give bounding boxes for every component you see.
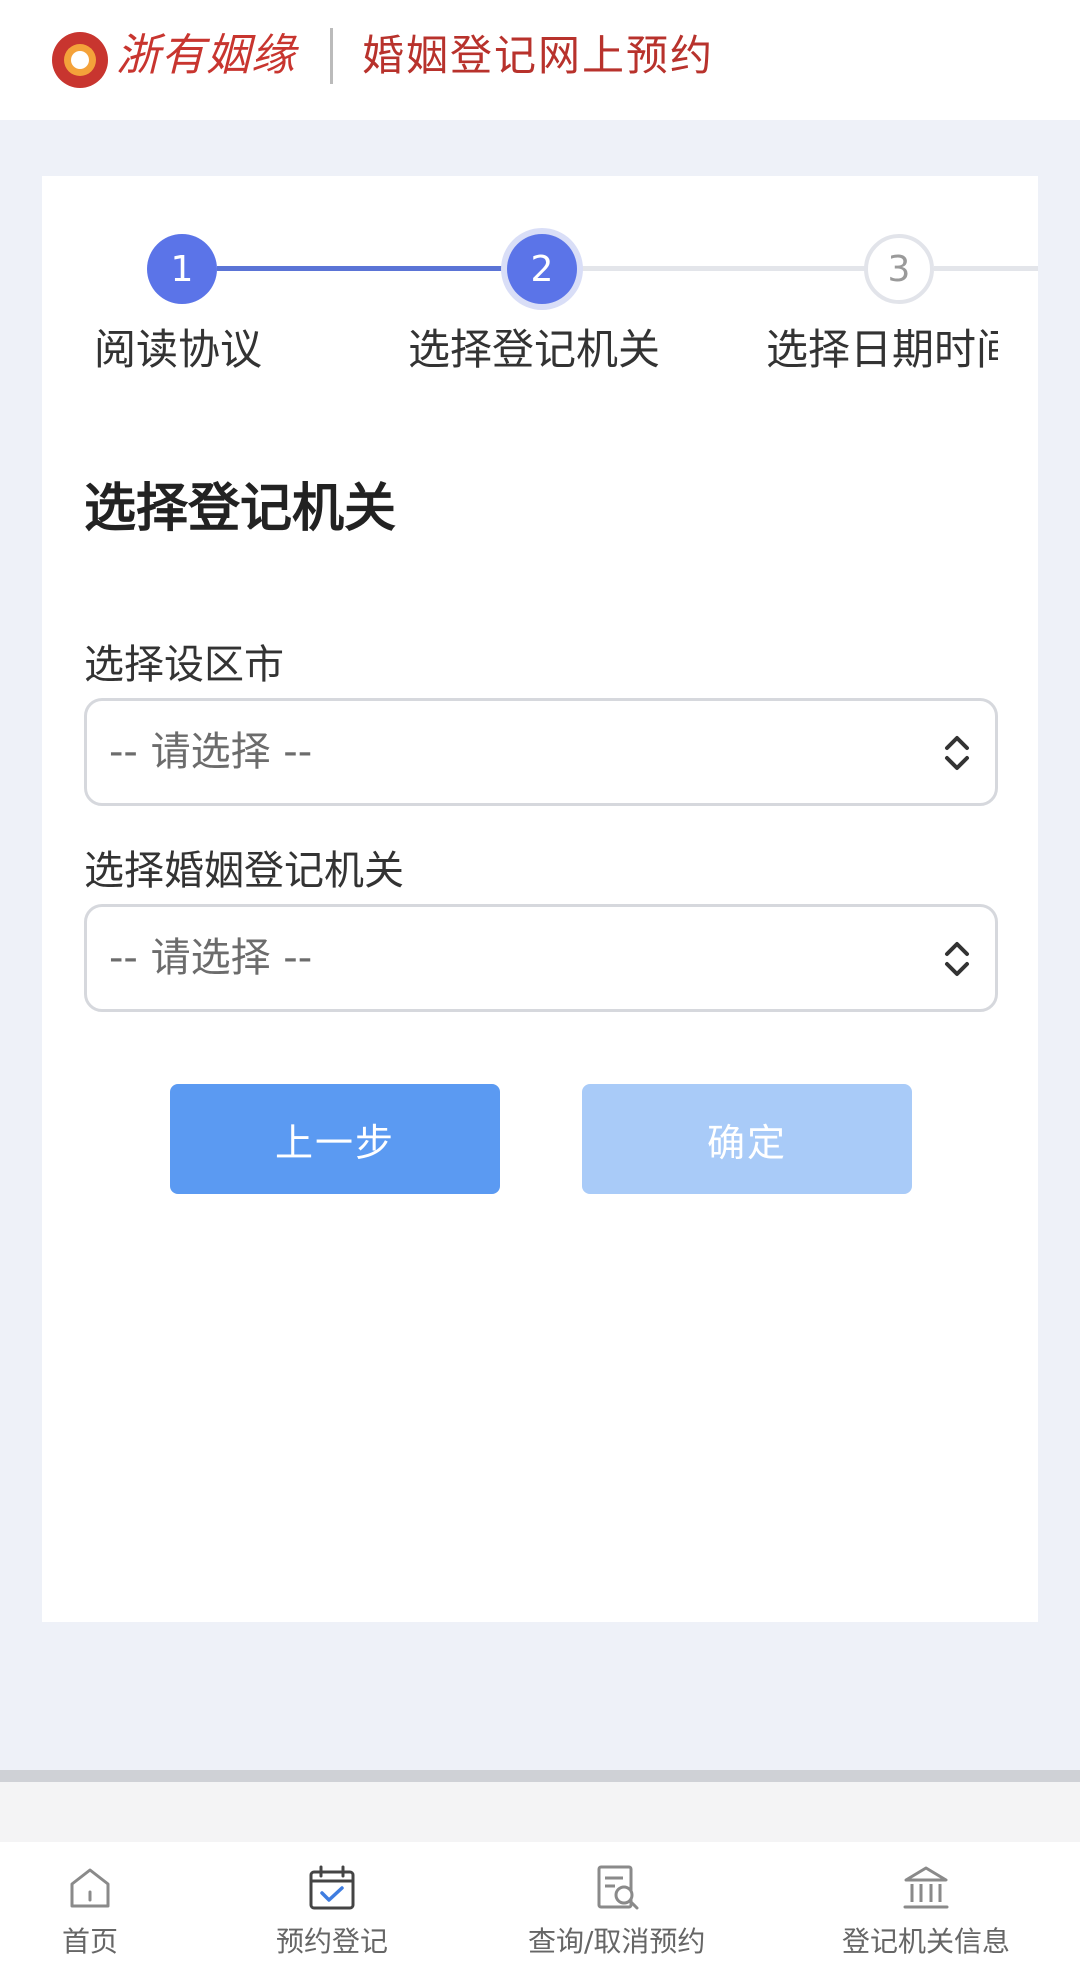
- home-icon: [70, 1868, 110, 1908]
- page-title: 婚姻登记网上预约: [362, 31, 715, 80]
- tab-appointment[interactable]: 预约登记: [276, 1862, 388, 1960]
- section-title: 选择登记机关: [84, 479, 397, 539]
- header-divider: [330, 28, 333, 84]
- step-3-label-container: 选择日期时间: [766, 316, 998, 376]
- step-2-circle: 2: [507, 234, 577, 304]
- step-2-label: 选择登记机关: [408, 325, 661, 374]
- building-icon: [903, 1866, 949, 1909]
- step-3-circle: 3: [864, 234, 934, 304]
- app-header: 浙有姻缘 婚姻登记网上预约: [0, 0, 1080, 120]
- logo-text: 浙有姻缘: [116, 30, 296, 81]
- chevron-updown-icon: [945, 736, 969, 770]
- office-field-label: 选择婚姻登记机关: [84, 848, 404, 894]
- step-1-label: 阅读协议: [94, 325, 263, 374]
- logo-icon: [52, 32, 108, 88]
- content-card: 1 2 3 阅读协议 选择登记机关 选择日期时间 选择登记机关 选择设区市 --…: [42, 176, 1038, 1622]
- city-field-label: 选择设区市: [84, 642, 284, 688]
- city-select[interactable]: -- 请选择 --: [84, 698, 998, 806]
- calendar-check-icon: [309, 1865, 355, 1910]
- chevron-updown-icon: [945, 942, 969, 976]
- office-select[interactable]: -- 请选择 --: [84, 904, 998, 1012]
- step-1-circle: 1: [147, 234, 217, 304]
- tab-appointment-label: 预约登记: [276, 1925, 389, 1958]
- step-connector-2: [577, 266, 897, 271]
- previous-step-button[interactable]: 上一步: [170, 1084, 500, 1194]
- tab-query-cancel-label: 查询/取消预约: [528, 1925, 706, 1958]
- step-connector-1: [217, 266, 537, 271]
- city-select-value: -- 请选择 --: [109, 729, 313, 775]
- tab-home-label: 首页: [62, 1925, 119, 1958]
- tab-home[interactable]: 首页: [62, 1862, 118, 1960]
- step-3-label: 选择日期时间: [766, 325, 998, 374]
- search-document-icon: [597, 1865, 639, 1910]
- office-select-value: -- 请选择 --: [109, 935, 313, 981]
- tab-query-cancel[interactable]: 查询/取消预约: [528, 1862, 705, 1960]
- confirm-button[interactable]: 确定: [582, 1084, 912, 1194]
- step-connector-3: [934, 266, 1038, 271]
- bottom-tab-bar: 首页 预约登记 查询/取消预约 登记机关信息: [0, 1842, 1080, 1980]
- bottom-spacer: [0, 1782, 1080, 1842]
- tab-office-info-label: 登记机关信息: [842, 1925, 1011, 1958]
- tab-office-info[interactable]: 登记机关信息: [842, 1862, 1010, 1960]
- bottom-divider: [0, 1770, 1080, 1782]
- progress-stepper: 1 2 3 阅读协议 选择登记机关 选择日期时间: [42, 176, 1038, 376]
